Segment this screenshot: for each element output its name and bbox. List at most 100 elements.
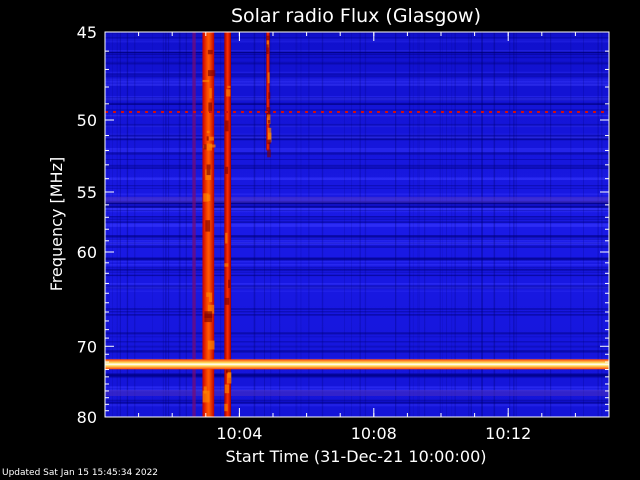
burst-detail bbox=[205, 220, 211, 232]
noise-stripe bbox=[105, 274, 609, 277]
noise-stripe bbox=[105, 73, 609, 75]
burst-detail bbox=[207, 70, 216, 77]
noise-stripe bbox=[105, 125, 609, 128]
x-tick-label: 10:08 bbox=[351, 424, 397, 443]
noise-stripe bbox=[105, 177, 609, 180]
noise-column bbox=[119, 32, 121, 417]
noise-stripe bbox=[105, 285, 609, 287]
noise-column bbox=[601, 32, 603, 417]
noise-stripe bbox=[105, 270, 609, 272]
noise-column bbox=[162, 32, 164, 417]
noise-stripe bbox=[105, 241, 609, 245]
y-tick-label: 50 bbox=[77, 111, 97, 130]
noise-stripe bbox=[105, 402, 609, 405]
noise-stripe bbox=[105, 386, 609, 389]
noise-column bbox=[264, 32, 265, 417]
noise-stripe bbox=[105, 264, 609, 266]
burst-detail bbox=[207, 340, 215, 350]
noise-column bbox=[412, 32, 414, 417]
noise-column bbox=[550, 32, 552, 417]
noise-column bbox=[321, 32, 324, 417]
burst-detail bbox=[209, 88, 212, 99]
y-tick-label: 55 bbox=[77, 183, 97, 202]
burst-detail bbox=[206, 164, 211, 176]
noise-column bbox=[481, 32, 483, 417]
noise-column bbox=[451, 32, 453, 417]
noise-stripe bbox=[105, 216, 609, 218]
noise-column bbox=[493, 32, 496, 417]
noise-column bbox=[308, 32, 310, 417]
noise-stripe bbox=[105, 246, 609, 248]
noise-column bbox=[364, 32, 367, 417]
noise-column bbox=[107, 32, 109, 417]
noise-stripe bbox=[105, 96, 609, 98]
noise-stripe bbox=[105, 97, 609, 100]
noise-stripe bbox=[105, 114, 609, 117]
noise-stripe bbox=[105, 283, 609, 285]
noise-stripe bbox=[105, 336, 609, 338]
noise-stripe bbox=[105, 159, 609, 160]
x-axis-label: Start Time (31-Dec-21 10:00:00) bbox=[225, 447, 486, 466]
noise-stripe bbox=[105, 341, 609, 343]
noise-column bbox=[470, 32, 472, 417]
noise-stripe bbox=[105, 268, 609, 271]
x-tick-label: 10:04 bbox=[216, 424, 262, 443]
noise-column bbox=[231, 32, 232, 417]
burst-detail bbox=[206, 130, 210, 134]
noise-stripe bbox=[105, 133, 609, 135]
noise-stripe bbox=[105, 193, 609, 196]
y-tick-label: 80 bbox=[77, 408, 97, 427]
burst-detail bbox=[225, 120, 229, 132]
noise-column bbox=[108, 32, 110, 417]
noise-stripe bbox=[105, 109, 609, 111]
noise-stripe bbox=[105, 308, 609, 310]
noise-column bbox=[300, 32, 302, 417]
noise-stripe bbox=[105, 205, 609, 208]
noise-column bbox=[126, 32, 129, 417]
noise-stripe bbox=[105, 311, 609, 313]
noise-column bbox=[168, 32, 170, 417]
noise-stripe bbox=[105, 167, 609, 169]
noise-stripe bbox=[105, 235, 609, 238]
plot-area bbox=[105, 32, 609, 417]
burst-detail bbox=[224, 403, 228, 412]
y-tick-label: 60 bbox=[77, 243, 97, 262]
burst-detail bbox=[206, 194, 211, 201]
noise-column bbox=[454, 32, 456, 417]
burst-detail bbox=[224, 297, 230, 305]
noise-stripe bbox=[105, 374, 609, 377]
burst-detail bbox=[208, 102, 213, 112]
noise-stripe bbox=[105, 286, 609, 289]
noise-stripe bbox=[105, 41, 609, 43]
noise-column bbox=[134, 32, 136, 417]
noise-stripe bbox=[105, 222, 609, 223]
noise-stripe bbox=[105, 134, 609, 138]
noise-stripe bbox=[105, 399, 609, 401]
noise-column bbox=[395, 32, 397, 417]
noise-column bbox=[418, 32, 420, 417]
burst-detail bbox=[209, 136, 214, 141]
noise-column bbox=[597, 32, 599, 417]
noise-column bbox=[220, 32, 222, 417]
noise-stripe bbox=[105, 332, 609, 335]
noise-stripe bbox=[105, 83, 609, 86]
burst-detail bbox=[267, 127, 272, 140]
burst-detail bbox=[268, 92, 271, 99]
burst-detail bbox=[225, 166, 229, 174]
noise-column bbox=[468, 32, 470, 417]
noise-stripe bbox=[105, 314, 609, 316]
noise-stripe bbox=[105, 81, 609, 84]
noise-stripe bbox=[105, 53, 609, 56]
burst-detail bbox=[267, 149, 271, 158]
burst-detail bbox=[267, 139, 271, 145]
noise-stripe bbox=[105, 148, 609, 150]
noise-column bbox=[513, 32, 515, 417]
noise-stripe bbox=[105, 202, 609, 205]
burst-detail bbox=[225, 232, 228, 244]
burst-detail bbox=[207, 49, 213, 55]
y-tick-label: 45 bbox=[77, 23, 97, 42]
noise-column bbox=[296, 32, 298, 417]
burst-detail bbox=[267, 120, 271, 124]
noise-column bbox=[544, 32, 546, 417]
noise-stripe bbox=[105, 261, 609, 263]
